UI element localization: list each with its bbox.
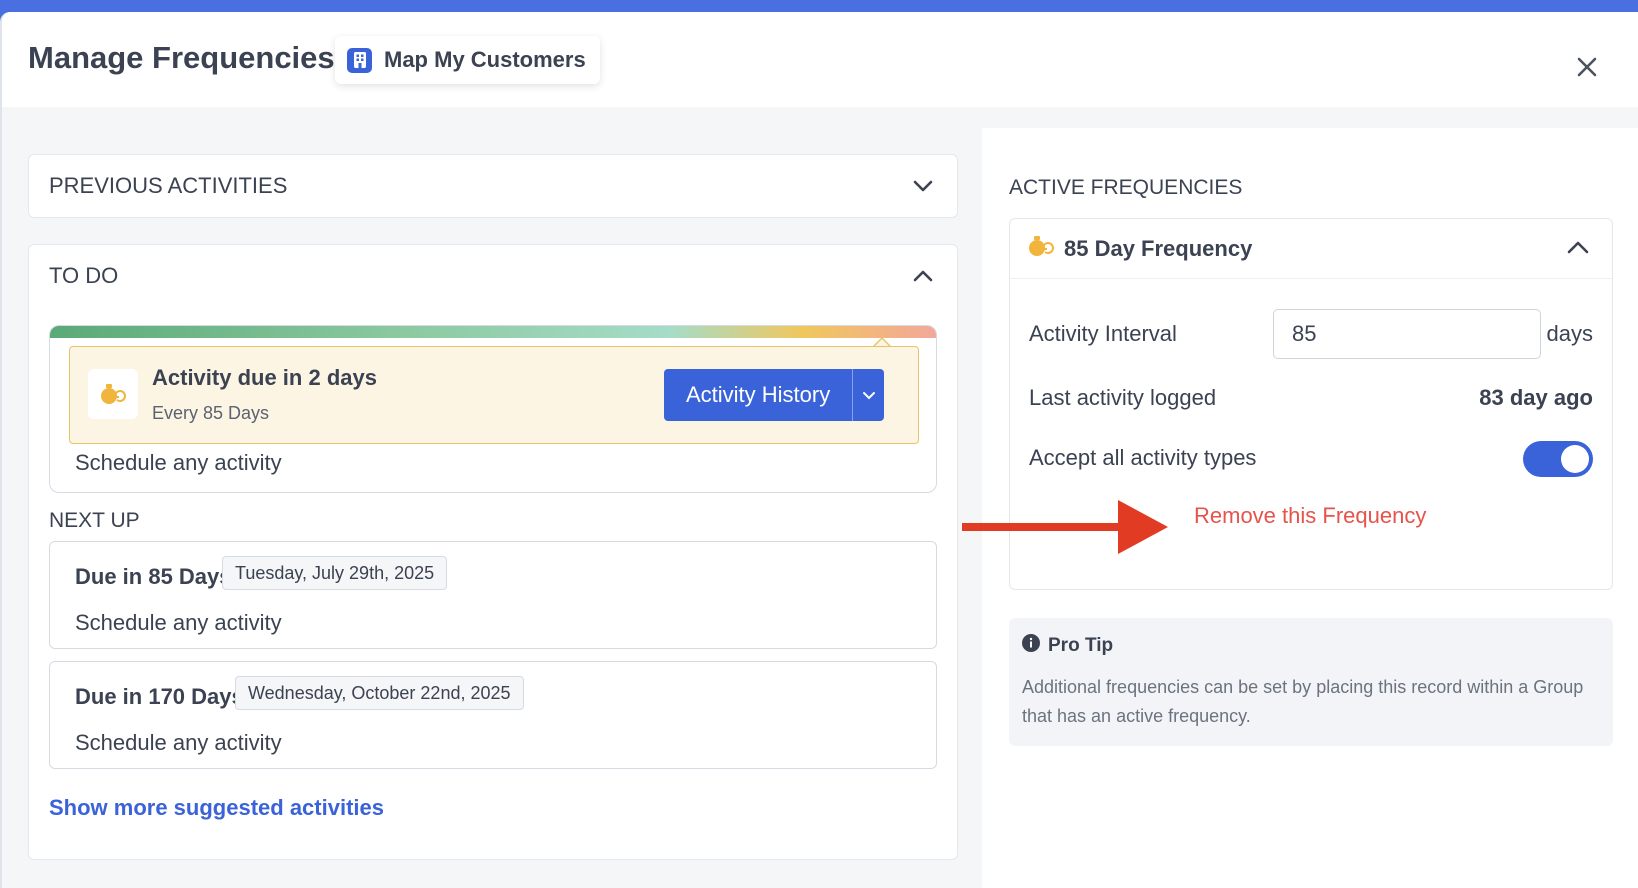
chevron-down-icon[interactable] bbox=[909, 172, 937, 200]
previous-activities-panel: PREVIOUS ACTIVITIES bbox=[28, 154, 958, 218]
date-pill: Tuesday, July 29th, 2025 bbox=[222, 556, 448, 590]
badge-label: Map My Customers bbox=[384, 47, 586, 72]
todo-label: TO DO bbox=[49, 263, 119, 288]
show-more-link[interactable]: Show more suggested activities bbox=[49, 795, 384, 821]
pro-tip-title: Pro Tip bbox=[1048, 635, 1114, 656]
next-up-item: Due in 170 Days Wednesday, October 22nd,… bbox=[49, 661, 937, 769]
arrow-annotation-icon bbox=[962, 500, 1168, 554]
interval-input[interactable] bbox=[1273, 309, 1541, 359]
previous-activities-header[interactable]: PREVIOUS ACTIVITIES bbox=[29, 155, 957, 217]
chevron-up-icon[interactable] bbox=[1566, 235, 1590, 267]
left-column: PREVIOUS ACTIVITIES TO DO Activity due i… bbox=[28, 154, 958, 860]
pro-tip-header: Pro Tip bbox=[1022, 634, 1113, 658]
close-icon[interactable] bbox=[1572, 52, 1602, 82]
activity-history-button[interactable]: Activity History bbox=[664, 369, 852, 421]
record-badge: Map My Customers bbox=[335, 36, 600, 84]
next-up-title: Due in 85 Days bbox=[75, 564, 232, 589]
last-logged-label: Last activity logged bbox=[1029, 385, 1217, 410]
next-up-item: Due in 85 Days Tuesday, July 29th, 2025 … bbox=[49, 541, 937, 649]
pro-tip: Pro Tip Additional frequencies can be se… bbox=[1009, 618, 1613, 746]
interval-unit: days bbox=[1546, 321, 1593, 346]
previous-activities-label: PREVIOUS ACTIVITIES bbox=[49, 173, 288, 198]
building-icon bbox=[347, 47, 372, 73]
todo-panel: TO DO Activity due in 2 days Every 85 Da… bbox=[28, 244, 958, 860]
due-subtitle: Every 85 Days bbox=[152, 403, 270, 423]
active-frequencies-title: ACTIVE FREQUENCIES bbox=[1009, 176, 1243, 199]
pro-tip-text: Additional frequencies can be set by pla… bbox=[1022, 677, 1584, 726]
page-title: Manage Frequencies bbox=[28, 40, 335, 75]
frequency-header[interactable]: 85 Day Frequency bbox=[1010, 219, 1612, 279]
due-alert: Activity due in 2 days Every 85 Days Act… bbox=[69, 346, 919, 444]
accept-types-toggle[interactable] bbox=[1523, 441, 1593, 477]
due-title: Activity due in 2 days bbox=[152, 365, 377, 390]
manage-frequencies-modal: Manage Frequencies Map My Customers PREV… bbox=[0, 12, 1638, 888]
activity-history-split-button: Activity History bbox=[664, 369, 885, 421]
remove-frequency-link[interactable]: Remove this Frequency bbox=[1194, 503, 1426, 529]
last-logged-value: 83 day ago bbox=[1479, 385, 1593, 410]
toggle-knob bbox=[1561, 445, 1589, 473]
chevron-down-icon[interactable] bbox=[852, 369, 884, 421]
modal-header: Manage Frequencies Map My Customers bbox=[2, 12, 1638, 107]
accept-types-label: Accept all activity types bbox=[1029, 445, 1257, 470]
due-progress-bar bbox=[50, 326, 936, 338]
next-up-label: NEXT UP bbox=[49, 509, 140, 532]
chevron-up-icon[interactable] bbox=[909, 262, 937, 290]
schedule-activity-link[interactable]: Schedule any activity bbox=[75, 450, 282, 476]
frequency-icon bbox=[88, 369, 138, 419]
frequency-icon bbox=[1028, 234, 1054, 264]
date-pill: Wednesday, October 22nd, 2025 bbox=[235, 676, 524, 710]
schedule-activity-link[interactable]: Schedule any activity bbox=[75, 730, 282, 756]
current-activity-card: Activity due in 2 days Every 85 Days Act… bbox=[49, 325, 937, 493]
info-icon bbox=[1022, 634, 1040, 658]
next-up-title: Due in 170 Days bbox=[75, 684, 244, 709]
todo-header[interactable]: TO DO bbox=[29, 245, 957, 307]
schedule-activity-link[interactable]: Schedule any activity bbox=[75, 610, 282, 636]
interval-label: Activity Interval bbox=[1029, 321, 1177, 346]
frequency-name: 85 Day Frequency bbox=[1064, 235, 1253, 261]
